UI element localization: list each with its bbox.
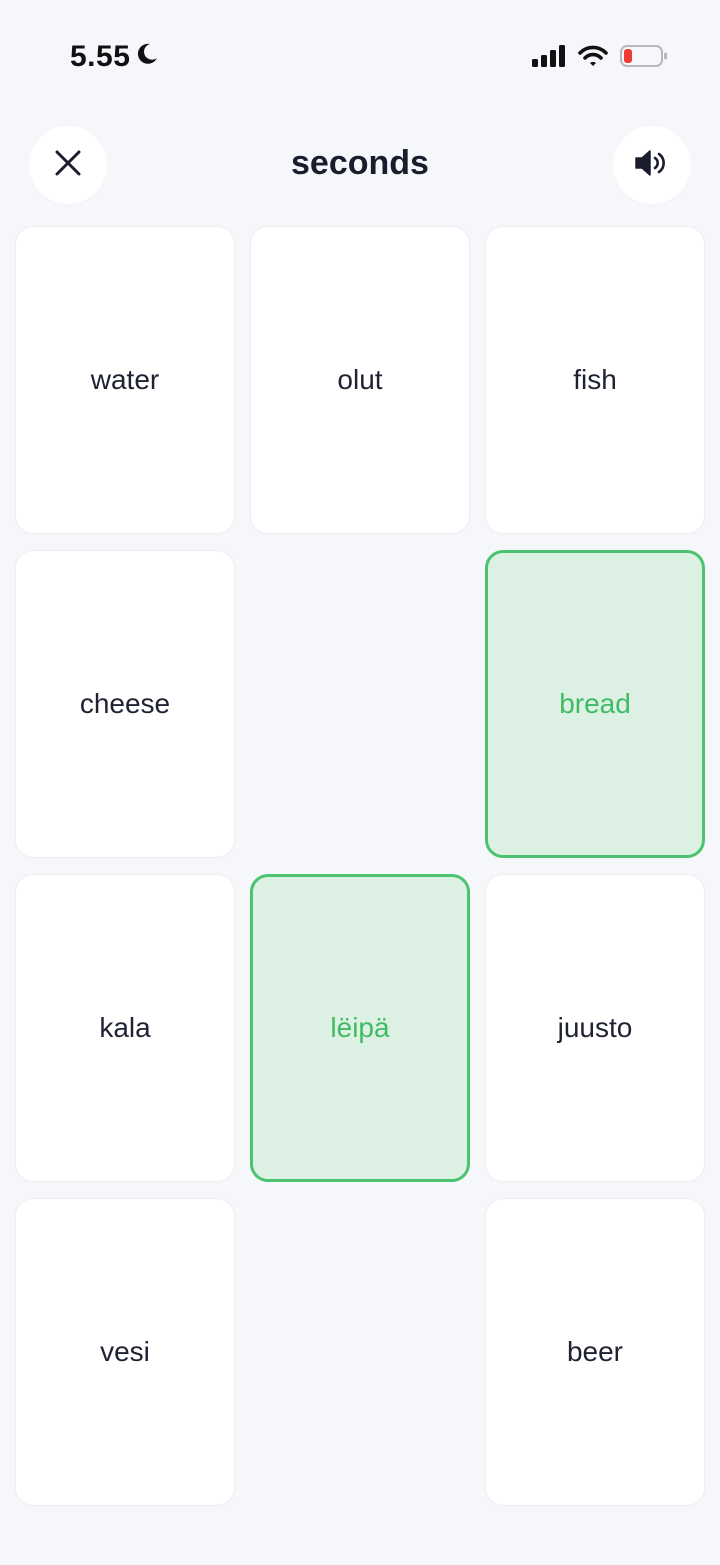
empty-card-slot bbox=[250, 1198, 470, 1506]
card-label: kala bbox=[99, 1012, 151, 1043]
cellular-signal-icon bbox=[532, 45, 566, 72]
word-card[interactable]: bread bbox=[485, 550, 705, 858]
battery-icon bbox=[620, 44, 668, 73]
card-label: beer bbox=[566, 1336, 624, 1367]
header: seconds bbox=[0, 120, 720, 210]
wifi-icon bbox=[578, 45, 608, 72]
page-title: seconds bbox=[291, 144, 429, 182]
card-label: cheese bbox=[79, 688, 171, 719]
word-card[interactable]: cheese bbox=[15, 550, 235, 858]
empty-card-slot bbox=[250, 550, 470, 858]
card-label: juusto bbox=[557, 1012, 633, 1043]
card-label: fish bbox=[573, 364, 617, 395]
word-card[interactable]: vesi bbox=[15, 1198, 235, 1506]
speaker-icon bbox=[634, 149, 670, 182]
status-icons bbox=[532, 44, 668, 73]
word-card-grid: water olut fish cheese bread kala lëipä … bbox=[15, 226, 705, 1506]
word-card[interactable]: kala bbox=[15, 874, 235, 1182]
word-card[interactable]: water bbox=[15, 226, 235, 534]
sound-button[interactable] bbox=[613, 126, 691, 204]
status-time: 5.55 bbox=[70, 40, 158, 74]
word-card[interactable]: fish bbox=[485, 226, 705, 534]
status-bar: 5.55 bbox=[0, 0, 720, 110]
card-label: water bbox=[90, 364, 160, 395]
card-label: lëipä bbox=[330, 1012, 390, 1043]
word-card[interactable]: beer bbox=[485, 1198, 705, 1506]
card-label: olut bbox=[337, 364, 383, 395]
card-label: vesi bbox=[100, 1336, 150, 1367]
moon-icon bbox=[136, 40, 158, 74]
word-card[interactable]: olut bbox=[250, 226, 470, 534]
word-card[interactable]: lëipä bbox=[250, 874, 470, 1182]
word-card[interactable]: juusto bbox=[485, 874, 705, 1182]
card-label: bread bbox=[559, 688, 631, 719]
status-time-text: 5.55 bbox=[70, 40, 131, 73]
